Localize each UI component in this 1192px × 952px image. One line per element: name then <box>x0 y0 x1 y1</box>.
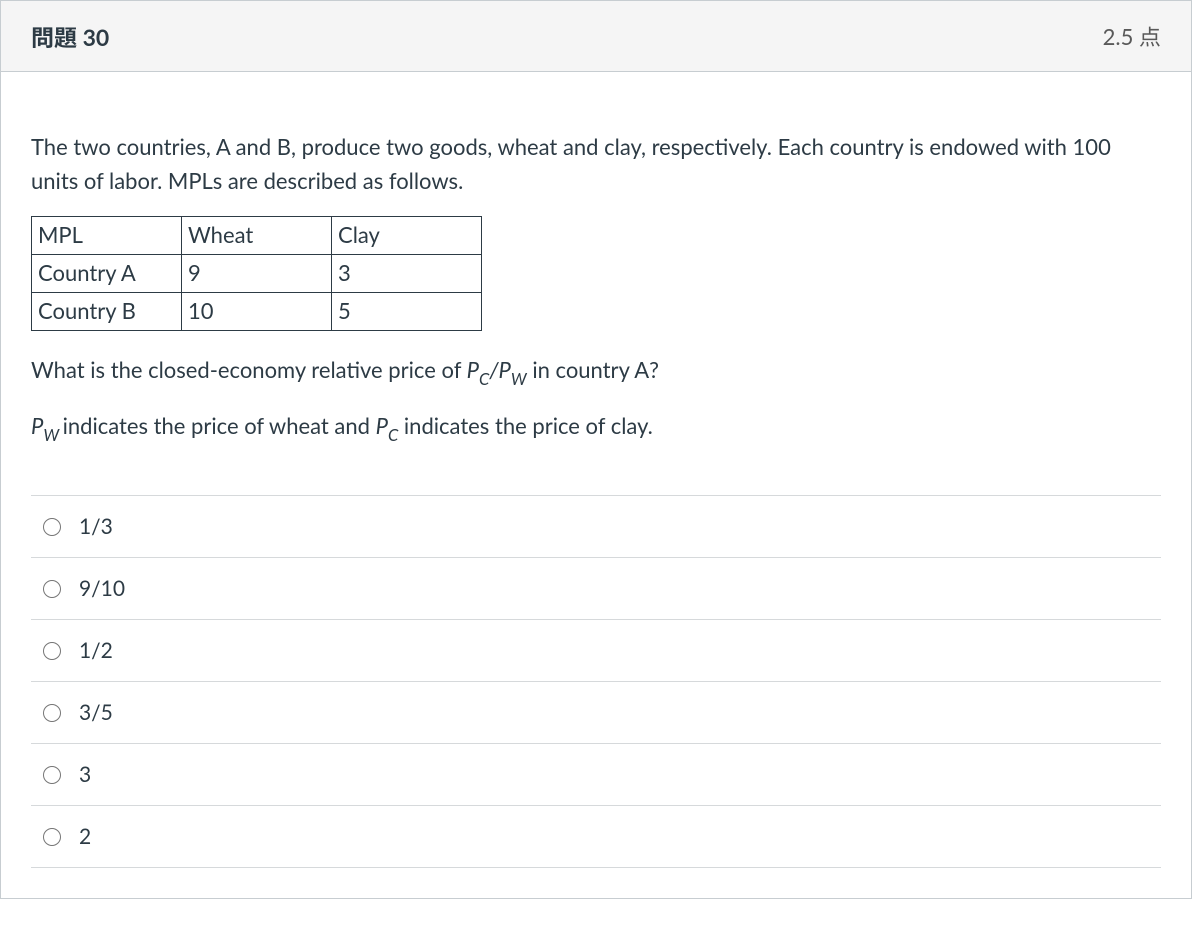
option-label: 1/2 <box>79 638 113 663</box>
table-row: Country A 9 3 <box>32 255 482 293</box>
option-row[interactable]: 2 <box>31 806 1161 868</box>
cell-clay-header: Clay <box>332 217 482 255</box>
question-card: 問題 30 2.5 点 The two countries, A and B, … <box>0 0 1192 899</box>
option-row[interactable]: 9/10 <box>31 558 1161 620</box>
cell-country-a-wheat: 9 <box>182 255 332 293</box>
question-line-1: What is the closed-economy relative pric… <box>31 353 1161 391</box>
text-fragment: indicates the price of wheat and <box>63 412 376 439</box>
question-body: The two countries, A and B, produce two … <box>1 72 1191 898</box>
slash: / <box>489 356 498 383</box>
question-line-2: PW indicates the price of wheat and PC i… <box>31 409 1161 447</box>
option-row[interactable]: 3 <box>31 744 1161 806</box>
italic-p: P <box>499 356 511 383</box>
option-radio[interactable] <box>43 766 61 784</box>
option-label: 2 <box>79 824 91 849</box>
cell-country-b-wheat: 10 <box>182 293 332 331</box>
option-label: 9/10 <box>79 576 125 601</box>
subscript-w: W <box>43 425 62 445</box>
subscript-w: W <box>511 369 527 389</box>
cell-wheat-header: Wheat <box>182 217 332 255</box>
option-label: 3 <box>79 762 91 787</box>
option-label: 1/3 <box>79 514 113 539</box>
options-list: 1/3 9/10 1/2 3/5 3 2 <box>31 495 1161 868</box>
cell-country-a-label: Country A <box>32 255 182 293</box>
option-radio[interactable] <box>43 642 61 660</box>
question-intro-text: The two countries, A and B, produce two … <box>31 130 1161 198</box>
option-radio[interactable] <box>43 518 61 536</box>
cell-mpl-header: MPL <box>32 217 182 255</box>
cell-country-a-clay: 3 <box>332 255 482 293</box>
option-row[interactable]: 1/2 <box>31 620 1161 682</box>
subscript-c: C <box>479 369 489 389</box>
cell-country-b-clay: 5 <box>332 293 482 331</box>
mpl-table: MPL Wheat Clay Country A 9 3 Country B 1… <box>31 216 482 331</box>
italic-p: P <box>376 412 388 439</box>
italic-p: P <box>31 412 43 439</box>
option-row[interactable]: 1/3 <box>31 496 1161 558</box>
question-header: 問題 30 2.5 点 <box>1 1 1191 72</box>
question-points: 2.5 点 <box>1103 20 1161 52</box>
text-fragment: indicates the price of clay. <box>398 412 653 439</box>
question-title: 問題 30 <box>31 19 109 53</box>
option-label: 3/5 <box>79 700 113 725</box>
table-row: Country B 10 5 <box>32 293 482 331</box>
table-row: MPL Wheat Clay <box>32 217 482 255</box>
text-fragment: in country A? <box>527 356 659 383</box>
option-row[interactable]: 3/5 <box>31 682 1161 744</box>
option-radio[interactable] <box>43 828 61 846</box>
subscript-c: C <box>388 425 398 445</box>
cell-country-b-label: Country B <box>32 293 182 331</box>
option-radio[interactable] <box>43 704 61 722</box>
option-radio[interactable] <box>43 580 61 598</box>
text-fragment: What is the closed-economy relative pric… <box>31 356 467 383</box>
italic-p: P <box>467 356 479 383</box>
